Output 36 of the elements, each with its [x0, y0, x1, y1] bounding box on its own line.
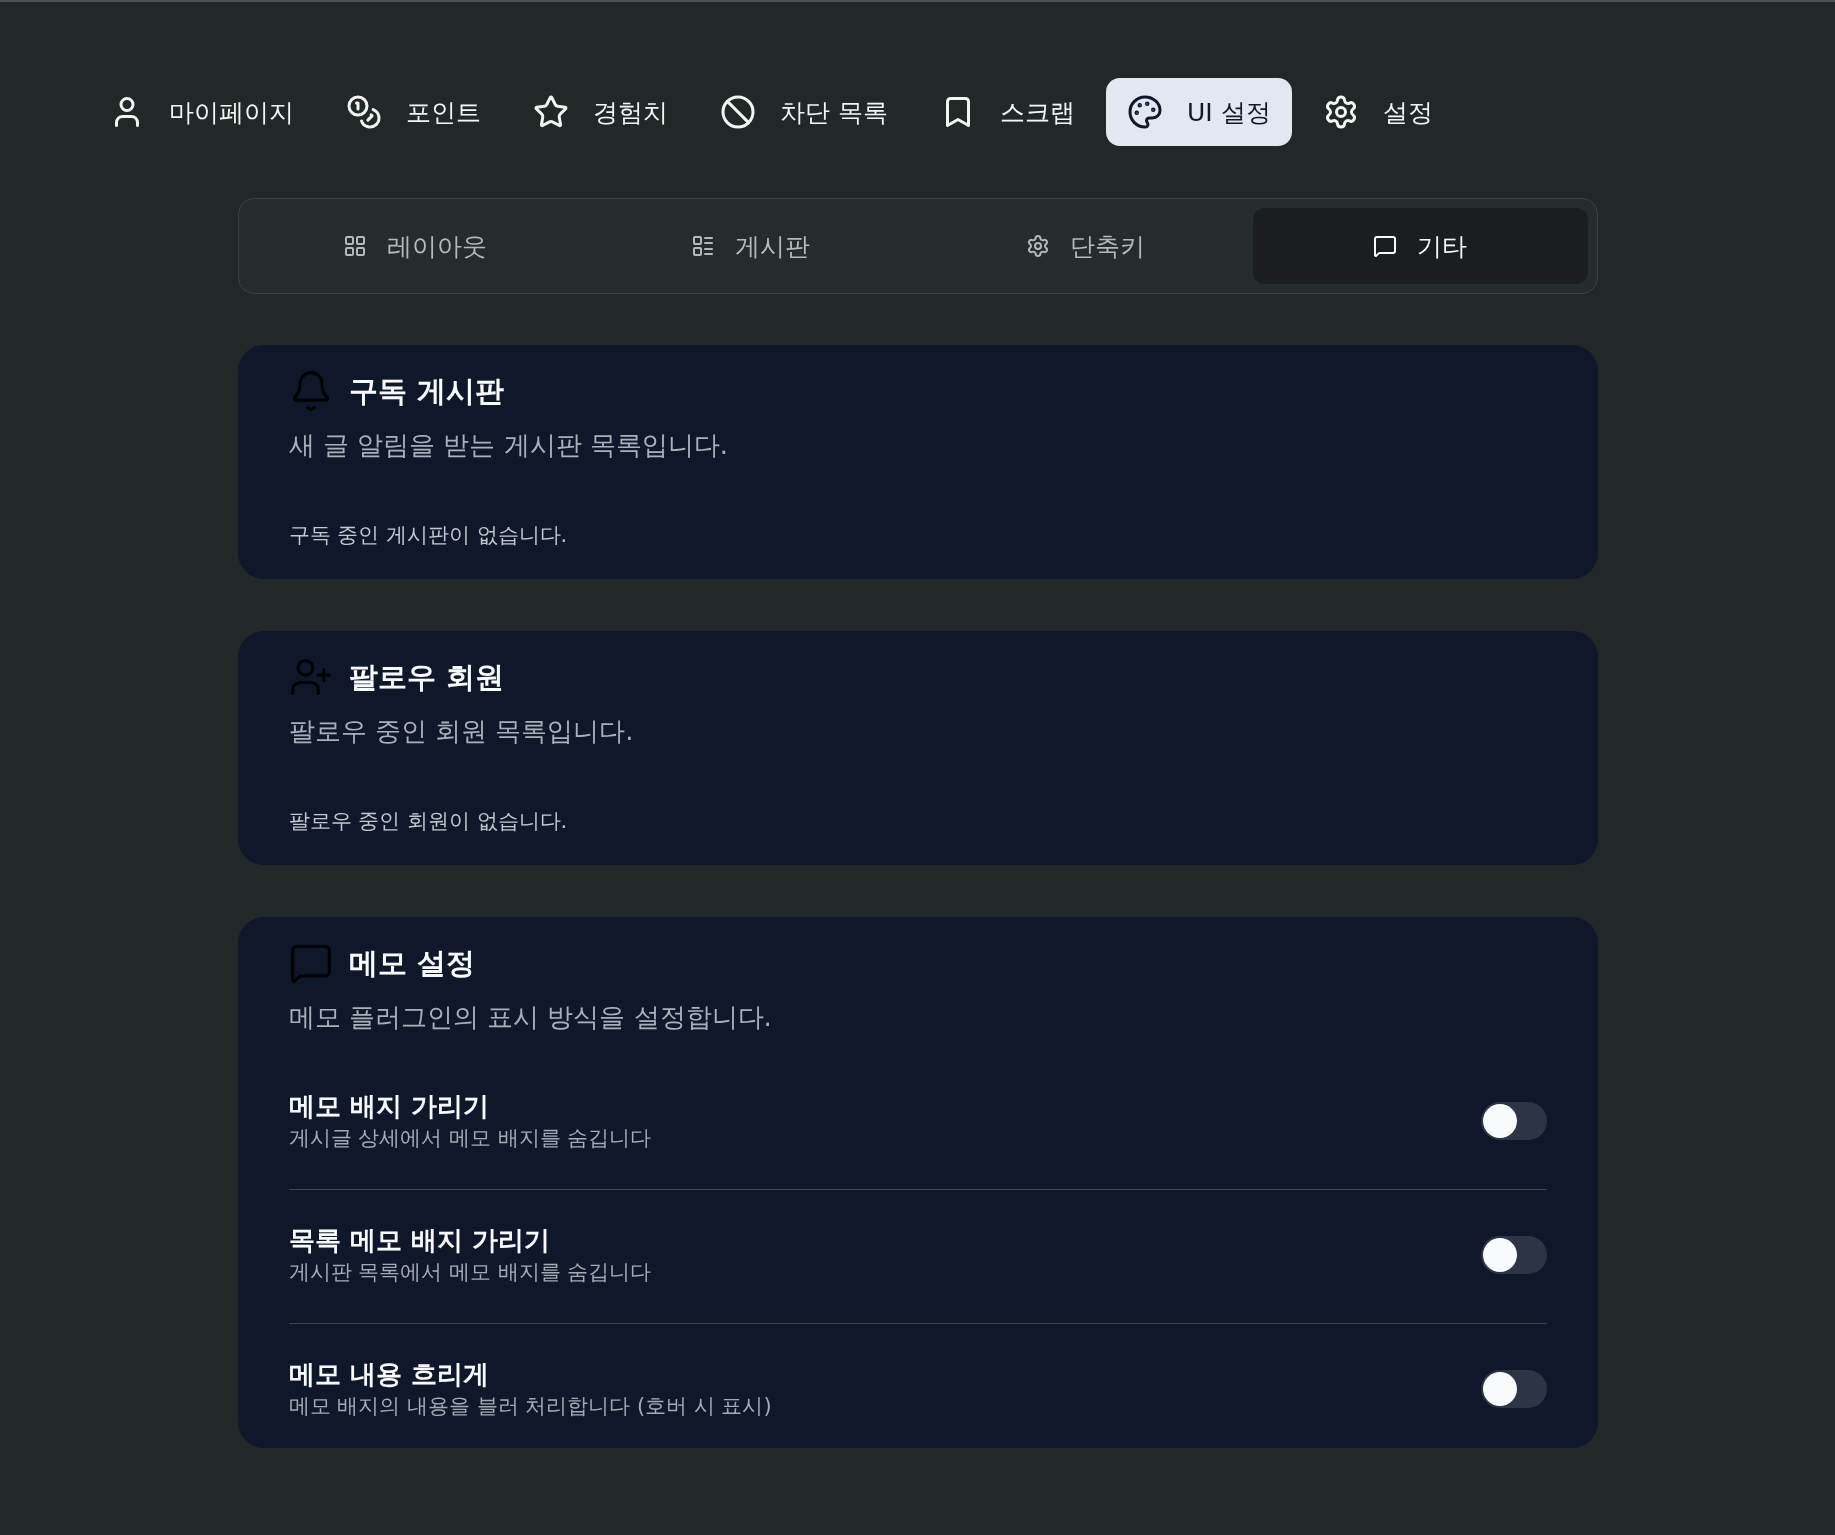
section-title: 메모 설정: [348, 945, 475, 981]
setting-description: 메모 배지의 내용을 블러 처리합니다 (호버 시 표시): [288, 1393, 772, 1420]
setting-label: 목록 메모 배지 가리기: [288, 1224, 551, 1257]
nav-item[interactable]: 포인트: [325, 78, 502, 146]
section-description: 새 글 알림을 받는 게시판 목록입니다.: [288, 429, 730, 462]
prohibited-icon: [720, 94, 756, 130]
palette-icon: [1126, 94, 1163, 130]
nav-item[interactable]: 설정: [1301, 78, 1454, 146]
setting-label: 메모 내용 흐리게: [288, 1358, 490, 1391]
tab[interactable]: 단축키: [917, 208, 1253, 284]
coins-icon: [346, 94, 382, 130]
nav-item[interactable]: 경험치: [512, 78, 689, 146]
toggle-switch[interactable]: [1480, 1236, 1547, 1274]
setting-description: 게시글 상세에서 메모 배지를 숨깁니다: [288, 1125, 652, 1152]
list-icon: [690, 234, 715, 258]
star-icon: [533, 94, 569, 130]
setting-description: 게시판 목록에서 메모 배지를 숨깁니다: [288, 1259, 652, 1286]
nav-item[interactable]: UI 설정: [1105, 78, 1292, 146]
empty-message: 팔로우 중인 회원이 없습니다.: [288, 808, 569, 835]
setting-label: 메모 배지 가리기: [288, 1090, 490, 1123]
toggle-switch[interactable]: [1480, 1102, 1547, 1140]
section-title: 팔로우 회원: [348, 659, 504, 695]
nav-item[interactable]: 마이페이지: [88, 78, 315, 146]
empty-message: 구독 중인 게시판이 없습니다.: [288, 522, 569, 549]
tab[interactable]: 게시판: [582, 208, 918, 284]
section-description: 팔로우 중인 회원 목록입니다.: [288, 715, 635, 748]
grid-icon: [343, 234, 367, 258]
section-description: 메모 플러그인의 표시 방식을 설정합니다.: [288, 1001, 773, 1034]
tab[interactable]: 기타: [1252, 208, 1588, 284]
toggle-switch[interactable]: [1480, 1370, 1547, 1408]
nav-item[interactable]: 스크랩: [918, 78, 1096, 146]
speech-bubble-icon: [1373, 234, 1397, 258]
nav-item[interactable]: 차단 목록: [699, 78, 909, 146]
section-title: 구독 게시판: [348, 373, 504, 409]
settings-icon: [1025, 234, 1050, 258]
tab[interactable]: 레이아웃: [247, 208, 583, 284]
